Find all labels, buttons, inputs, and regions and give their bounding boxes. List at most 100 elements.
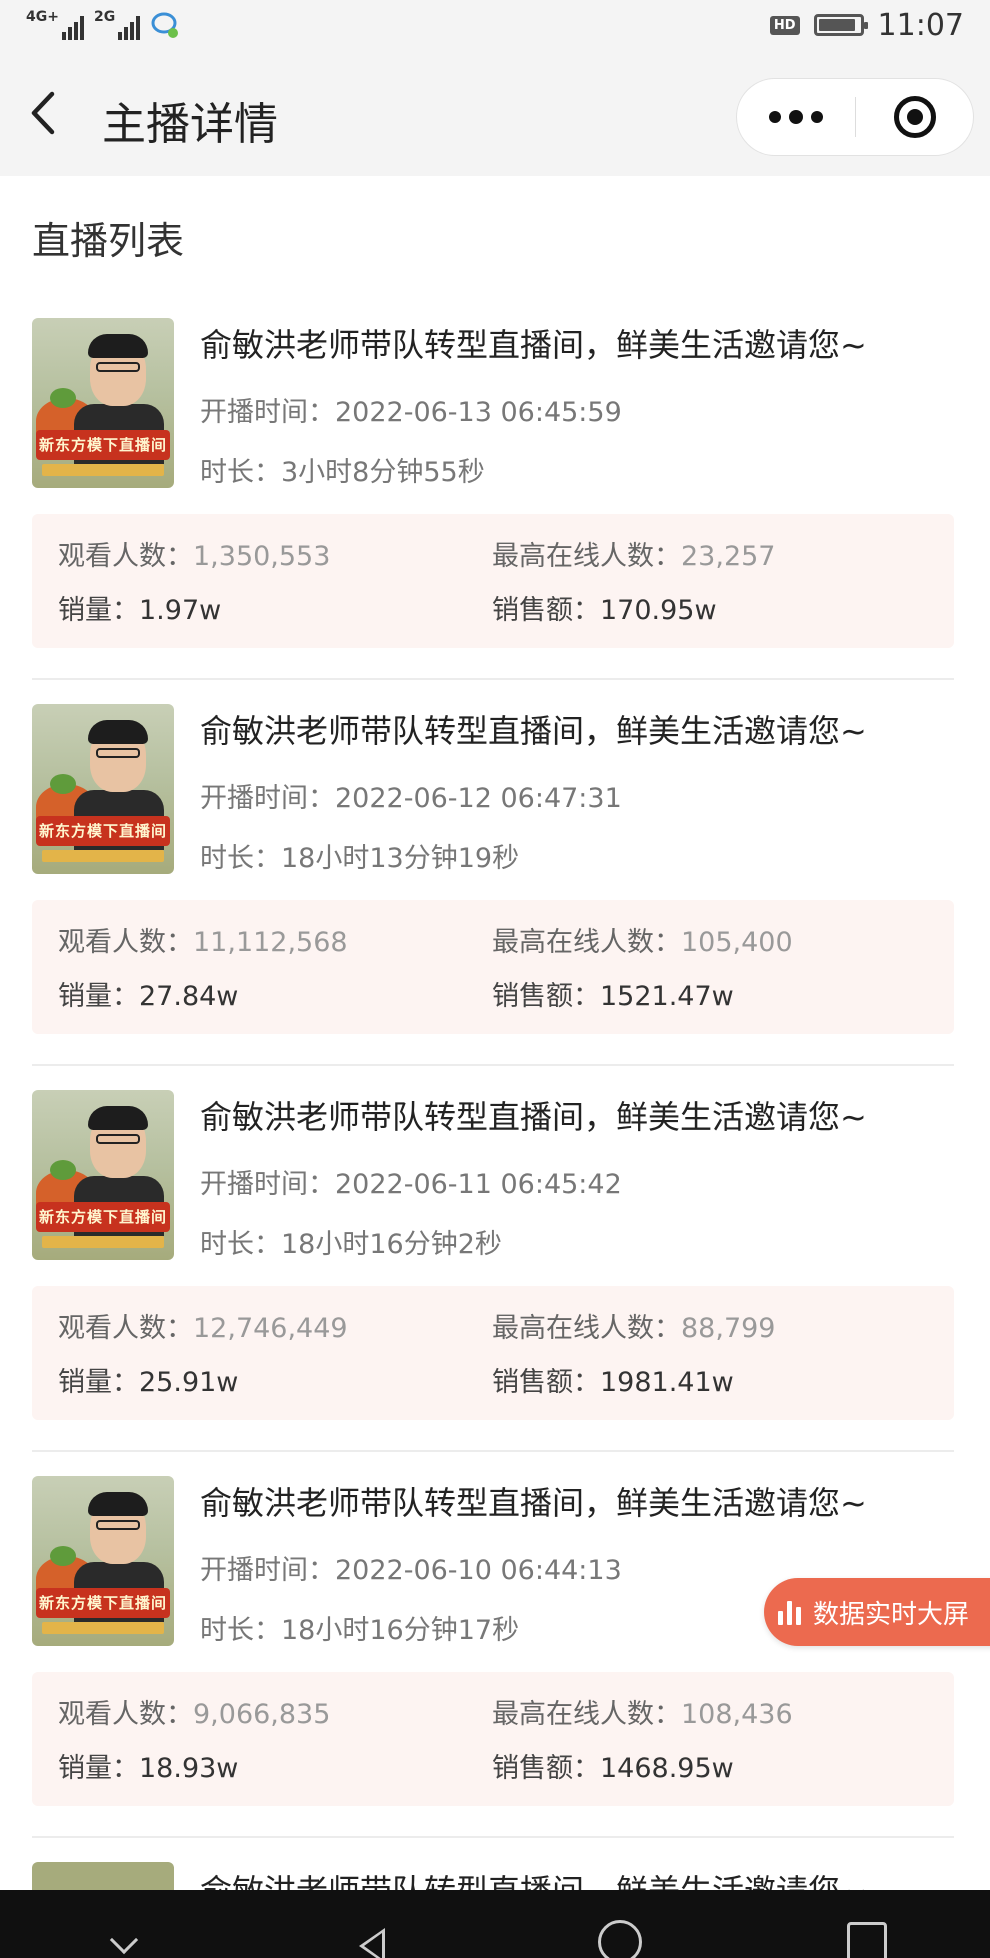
dot-icon <box>769 111 781 123</box>
peak-online-stat: 最高在线人数：23,257 <box>492 534 775 573</box>
thumb-banner: 新东方模下直播间 <box>36 430 170 460</box>
close-mini-program-button[interactable] <box>856 79 973 155</box>
more-menu-button[interactable] <box>737 79 855 155</box>
viewers-label: 观看人数： <box>58 927 193 958</box>
peak-label: 最高在线人数： <box>492 1699 681 1730</box>
viewers-label: 观看人数： <box>58 1313 193 1344</box>
system-home-button[interactable] <box>589 1890 649 1958</box>
system-back-button[interactable] <box>341 1890 401 1958</box>
revenue-value: 1521.47w <box>600 981 734 1012</box>
cellular-signal-2: 2G <box>94 10 141 40</box>
thumb-tagline <box>42 1236 164 1248</box>
stream-card[interactable]: 新东方模下直播间 俞敏洪老师带队转型直播间，鲜美生活邀请您~ 开播时间：2022… <box>32 704 954 1066</box>
thumb-veg <box>50 388 76 408</box>
sales-value: 18.93w <box>139 1753 239 1784</box>
start-time: 开播时间：2022-06-12 06:47:31 <box>200 776 622 815</box>
peak-value: 23,257 <box>681 541 776 572</box>
thumb-banner: 新东方模下直播间 <box>36 1588 170 1618</box>
stream-title: 俞敏洪老师带队转型直播间，鲜美生活邀请您~ <box>200 326 867 364</box>
peak-online-stat: 最高在线人数：88,799 <box>492 1306 775 1345</box>
realtime-dashboard-button[interactable]: 数据实时大屏 <box>764 1578 990 1646</box>
revenue-value: 170.95w <box>600 595 717 626</box>
start-time: 开播时间：2022-06-10 06:44:13 <box>200 1548 622 1587</box>
revenue-stat: 销售额：1521.47w <box>492 974 734 1013</box>
peak-online-stat: 最高在线人数：108,436 <box>492 1692 793 1731</box>
duration: 时长：18小时16分钟17秒 <box>200 1608 519 1647</box>
thumb-hair <box>88 334 148 358</box>
duration-label: 时长： <box>200 1229 281 1260</box>
start-label: 开播时间： <box>200 1555 335 1586</box>
duration-value: 18小时16分钟17秒 <box>281 1615 520 1646</box>
peak-value: 108,436 <box>681 1699 793 1730</box>
system-recents-button[interactable] <box>836 1890 896 1958</box>
sales-stat: 销量：1.97w <box>58 588 221 627</box>
duration-value: 3小时8分钟55秒 <box>281 457 485 488</box>
signal-bars-icon <box>118 14 141 40</box>
page-title: 主播详情 <box>102 99 278 150</box>
hide-nav-button[interactable] <box>94 1890 154 1958</box>
viewers-value: 1,350,553 <box>193 541 331 572</box>
start-value: 2022-06-12 06:47:31 <box>335 783 622 814</box>
navigation-bar: 主播详情 <box>0 50 990 176</box>
start-label: 开播时间： <box>200 397 335 428</box>
sales-value: 25.91w <box>139 1367 239 1398</box>
sales-stat: 销量：27.84w <box>58 974 238 1013</box>
thumb-glasses <box>96 1520 140 1530</box>
stream-title: 俞敏洪老师带队转型直播间，鲜美生活邀请您~ <box>200 712 867 750</box>
thumb-veg <box>50 774 76 794</box>
divider <box>32 1064 954 1066</box>
thumb-tagline <box>42 464 164 476</box>
realtime-dashboard-label: 数据实时大屏 <box>813 1599 970 1630</box>
chevron-left-icon <box>31 91 55 135</box>
thumb-tagline <box>42 1622 164 1634</box>
viewers-stat: 观看人数：11,112,568 <box>58 920 348 959</box>
thumb-veg <box>50 1160 76 1180</box>
stream-card[interactable]: 新东方模下直播间 俞敏洪老师带队转型直播间，鲜美生活邀请您~ 开播时间：2022… <box>32 318 954 680</box>
start-value: 2022-06-11 06:45:42 <box>335 1169 622 1200</box>
section-title: 直播列表 <box>32 219 185 263</box>
back-triangle-inner <box>364 1933 383 1958</box>
chat-bubble-icon <box>151 12 179 38</box>
peak-label: 最高在线人数： <box>492 927 681 958</box>
stream-card[interactable]: 新东方模下直播间 俞敏洪老师带队转型直播间，鲜美生活邀请您~ 开播时间：2022… <box>32 1476 954 1838</box>
chevron-down-icon <box>109 1925 138 1955</box>
revenue-value: 1981.41w <box>600 1367 734 1398</box>
start-label: 开播时间： <box>200 1169 335 1200</box>
start-label: 开播时间： <box>200 783 335 814</box>
stream-thumbnail: 新东方模下直播间 <box>32 1476 174 1646</box>
duration: 时长：18小时13分钟19秒 <box>200 836 519 875</box>
thumb-glasses <box>96 748 140 758</box>
target-icon <box>893 96 936 138</box>
revenue-value: 1468.95w <box>600 1753 734 1784</box>
duration-value: 18小时16分钟2秒 <box>281 1229 502 1260</box>
clock: 11:07 <box>877 7 964 43</box>
thumb-glasses <box>96 1134 140 1144</box>
stream-title: 俞敏洪老师带队转型直播间，鲜美生活邀请您~ <box>200 1484 867 1522</box>
stream-title: 俞敏洪老师带队转型直播间，鲜美生活邀请您~ <box>200 1098 867 1136</box>
stats-panel: 观看人数：12,746,449 最高在线人数：88,799 销量：25.91w … <box>32 1286 954 1420</box>
battery-icon <box>813 14 868 36</box>
revenue-label: 销售额： <box>492 595 600 626</box>
thumb-banner: 新东方模下直播间 <box>36 1202 170 1232</box>
viewers-stat: 观看人数：1,350,553 <box>58 534 330 573</box>
system-navigation-bar <box>0 1890 990 1958</box>
status-bar: 4G+ 2G HD 11:07 <box>0 0 990 50</box>
thumb-tagline <box>42 850 164 862</box>
start-value: 2022-06-13 06:45:59 <box>335 397 622 428</box>
revenue-stat: 销售额：170.95w <box>492 588 717 627</box>
viewers-label: 观看人数： <box>58 1699 193 1730</box>
back-button[interactable] <box>26 90 66 136</box>
duration: 时长：3小时8分钟55秒 <box>200 450 485 489</box>
dot-icon <box>789 110 803 124</box>
divider <box>32 678 954 680</box>
bar-chart-icon <box>778 1599 801 1625</box>
viewers-value: 9,066,835 <box>193 1699 331 1730</box>
peak-value: 88,799 <box>681 1313 776 1344</box>
viewers-value: 12,746,449 <box>193 1313 348 1344</box>
battery-fill <box>818 19 855 31</box>
peak-label: 最高在线人数： <box>492 1313 681 1344</box>
sales-value: 27.84w <box>139 981 239 1012</box>
stats-panel: 观看人数：11,112,568 最高在线人数：105,400 销量：27.84w… <box>32 900 954 1034</box>
revenue-stat: 销售额：1981.41w <box>492 1360 734 1399</box>
stream-card[interactable]: 新东方模下直播间 俞敏洪老师带队转型直播间，鲜美生活邀请您~ 开播时间：2022… <box>32 1090 954 1452</box>
